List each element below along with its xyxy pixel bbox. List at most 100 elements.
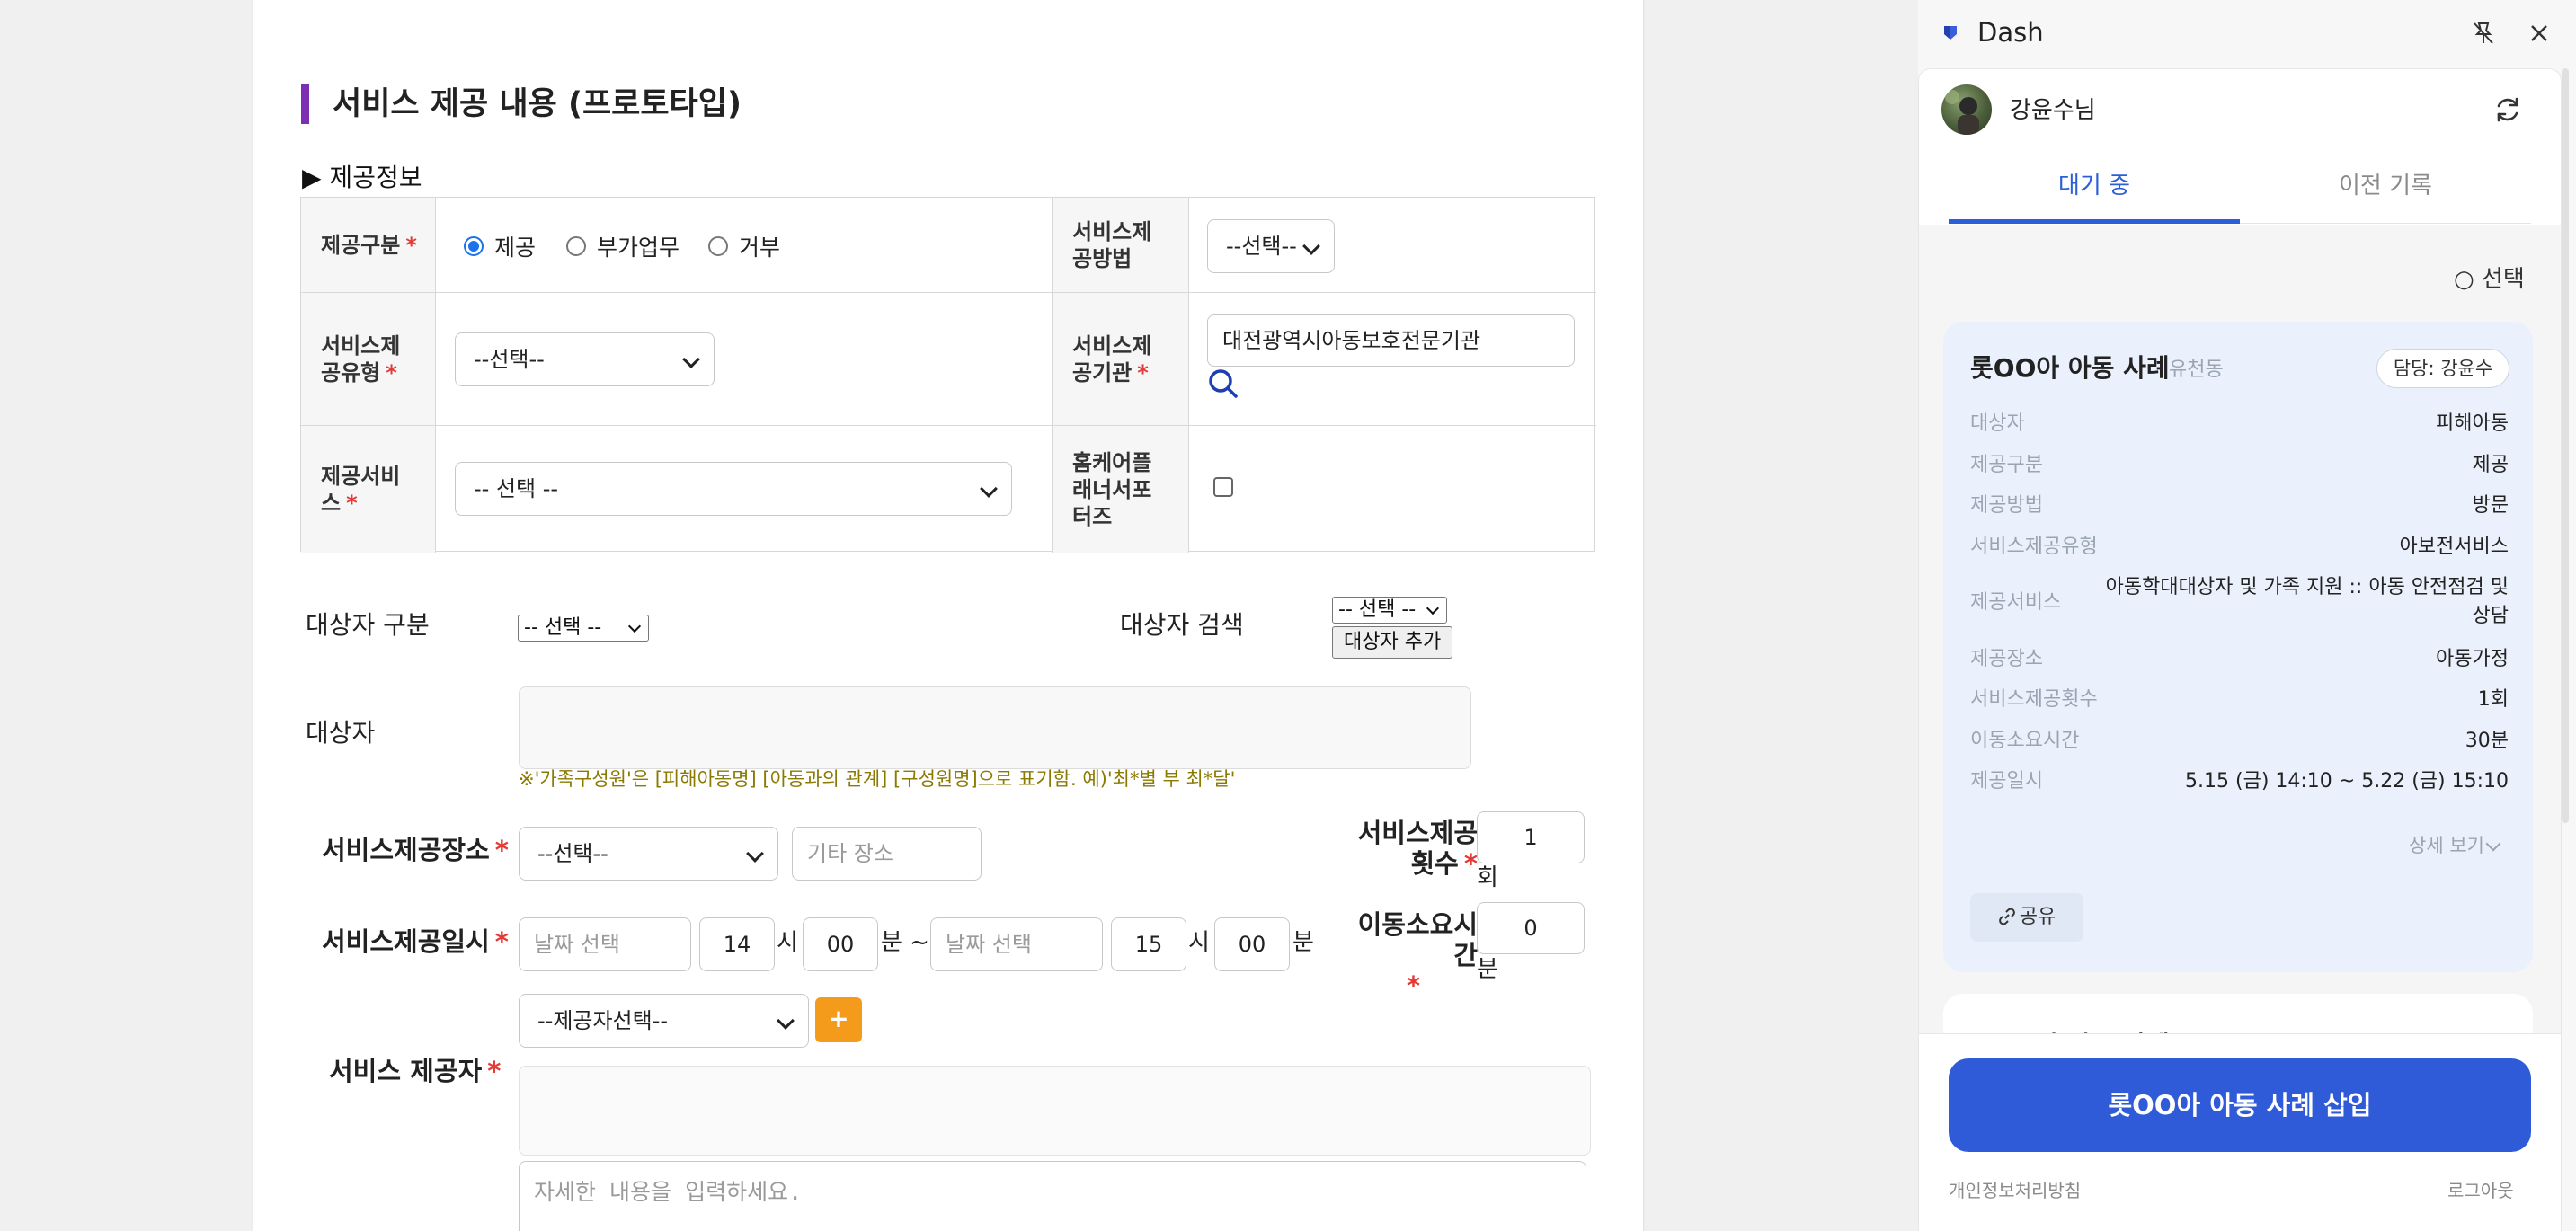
- minute-unit: 분: [1292, 929, 1314, 956]
- case-row-key: 이동소요시간: [1970, 730, 2080, 752]
- homecare-header: 홈케어플래너서포터즈: [1053, 426, 1189, 553]
- insert-case-button[interactable]: 롯OO아 아동 사례 삽입: [1949, 1058, 2531, 1152]
- section-label: ▶ 제공정보: [302, 163, 422, 192]
- case-title: 롯OO아 아동 사례: [1970, 353, 2170, 383]
- radio-refuse[interactable]: 거부: [708, 230, 780, 262]
- start-hour-input[interactable]: 14: [699, 917, 775, 971]
- provide-method-header: 서비스제공방법: [1053, 198, 1189, 293]
- radio-additional-work[interactable]: 부가업무: [566, 230, 680, 262]
- chevron-down-icon: [1302, 237, 1320, 255]
- target-field[interactable]: [519, 686, 1471, 769]
- radio-indicator: [566, 236, 586, 256]
- panel-scrollbar[interactable]: [2562, 68, 2569, 823]
- case-row-key: 제공구분: [1970, 454, 2043, 476]
- hour-unit: 시: [777, 929, 798, 956]
- privacy-policy-link[interactable]: 개인정보처리방침: [1949, 1179, 2081, 1202]
- hour-unit: 시: [1188, 929, 1210, 956]
- service-type-select[interactable]: --선택--: [455, 332, 715, 386]
- service-select[interactable]: -- 선택 --: [455, 462, 1012, 516]
- tab-waiting[interactable]: 대기 중: [1949, 171, 2240, 201]
- case-row-value: 아동학대대상자 및 가족 지원 :: 아동 안전점검 및: [2105, 576, 2509, 598]
- chevron-down-icon: [746, 845, 764, 863]
- provider-select[interactable]: --제공자선택--: [519, 994, 809, 1048]
- link-icon: [1998, 908, 2015, 925]
- case-row-value: 제공: [2472, 454, 2509, 476]
- chevron-down-icon: [1426, 601, 1440, 616]
- target-notice: ※'가족구성원'은 [피해아동명] [아동과의 관계] [구성원명]으로 표기함…: [519, 768, 1236, 790]
- travel-unit: 분: [1477, 956, 1498, 983]
- provider-list-field[interactable]: [519, 1066, 1591, 1156]
- homecare-cell: [1189, 426, 1596, 553]
- dash-logo-icon: [1944, 26, 1957, 40]
- select-toggle[interactable]: ○ 선택: [2454, 264, 2525, 295]
- case-row-key: 서비스제공유형: [1970, 536, 2098, 558]
- case-row-value-cont: 상담: [2472, 605, 2509, 627]
- case-row-value: 5.15 (금) 14:10 ~ 5.22 (금) 15:10: [2185, 770, 2509, 793]
- end-minute-input[interactable]: 00: [1214, 917, 1290, 971]
- target-label: 대상자: [306, 718, 376, 748]
- count-label: 서비스제공횟수 *: [1357, 818, 1478, 879]
- count-input[interactable]: 1: [1477, 811, 1585, 863]
- owner-badge: 담당: 강윤수: [2376, 349, 2509, 388]
- tab-active-indicator: [1949, 219, 2240, 224]
- start-date-input[interactable]: 날짜 선택: [519, 917, 691, 971]
- end-date-input[interactable]: 날짜 선택: [930, 917, 1103, 971]
- add-target-button[interactable]: 대상자 추가: [1332, 626, 1453, 659]
- end-hour-input[interactable]: 15: [1111, 917, 1186, 971]
- target-search-label: 대상자 검색: [1120, 610, 1244, 640]
- share-button[interactable]: 공유: [1970, 893, 2083, 942]
- case-row-value: 아보전서비스: [2399, 536, 2509, 558]
- place-select[interactable]: --선택--: [519, 827, 778, 881]
- chevron-down-icon: [627, 619, 642, 633]
- target-search-select[interactable]: -- 선택 --: [1332, 597, 1447, 624]
- homecare-checkbox[interactable]: [1213, 477, 1233, 497]
- provider-org-input[interactable]: 대전광역시아동보호전문기관: [1207, 314, 1575, 367]
- case-title: 롯OO아 아동 사례: [1970, 1026, 2170, 1033]
- provide-method-select[interactable]: --선택--: [1207, 219, 1335, 273]
- datetime-label: 서비스제공일시 *: [322, 926, 509, 957]
- case-row-key: 대상자: [1970, 412, 2025, 435]
- case-row-key: 제공장소: [1970, 648, 2043, 670]
- provider-label: 서비스 제공자 *: [329, 1056, 502, 1086]
- travel-label: 이동소요시간 *: [1357, 909, 1478, 1001]
- unpin-icon[interactable]: [2470, 20, 2497, 47]
- chevron-down-icon: [682, 350, 700, 368]
- case-row-value: 1회: [2477, 688, 2509, 711]
- count-unit: 회: [1477, 864, 1498, 891]
- radio-indicator: [464, 236, 484, 256]
- case-row-key: 제공서비스: [1970, 591, 2062, 614]
- start-minute-input[interactable]: 00: [803, 917, 878, 971]
- detail-view-link[interactable]: 상세 보기: [2409, 833, 2484, 858]
- detail-textarea[interactable]: 자세한 내용을 입력하세요.: [519, 1161, 1586, 1231]
- case-row-value: 아동가정: [2436, 648, 2509, 670]
- case-row-value: 피해아동: [2436, 412, 2509, 435]
- add-provider-button[interactable]: +: [815, 997, 862, 1042]
- target-type-label: 대상자 구분: [306, 610, 430, 640]
- service-type-header: 서비스제공유형 *: [301, 293, 436, 426]
- radio-provide[interactable]: 제공: [464, 230, 536, 262]
- avatar-image: [1945, 90, 1979, 135]
- close-icon[interactable]: [2526, 20, 2553, 47]
- case-row-key: 제공일시: [1970, 770, 2043, 793]
- radio-indicator: [708, 236, 728, 256]
- travel-input[interactable]: 0: [1477, 902, 1585, 954]
- user-name: 강윤수님: [2010, 97, 2096, 124]
- logout-link[interactable]: 로그아웃: [2447, 1179, 2514, 1202]
- case-location: 유천동: [2169, 359, 2224, 381]
- service-header: 제공서비스 *: [301, 426, 436, 553]
- search-icon[interactable]: [1208, 368, 1239, 399]
- case-card-next[interactable]: 롯OO아 아동 사례: [1943, 994, 2533, 1033]
- target-type-select[interactable]: -- 선택 --: [518, 615, 649, 642]
- provider-org-header: 서비스제공기관 *: [1053, 293, 1189, 426]
- case-row-key: 서비스제공횟수: [1970, 688, 2098, 711]
- case-row-key: 제공방법: [1970, 494, 2043, 517]
- place-label: 서비스제공장소 *: [322, 835, 509, 865]
- app-title: Dash: [1977, 17, 2044, 48]
- chevron-down-icon: [777, 1012, 795, 1030]
- tab-history[interactable]: 이전 기록: [2240, 171, 2531, 201]
- refresh-icon[interactable]: [2492, 93, 2524, 126]
- case-row-value: 30분: [2465, 730, 2509, 752]
- range-separator: 분 ~: [881, 929, 929, 956]
- avatar: [1941, 84, 1992, 135]
- etc-place-input[interactable]: 기타 장소: [792, 827, 982, 881]
